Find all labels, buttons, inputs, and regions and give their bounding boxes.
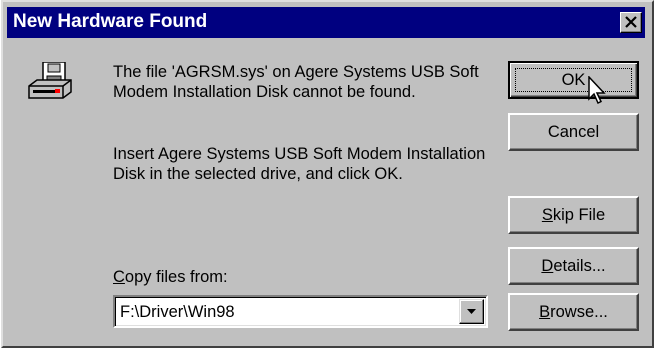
title-bar[interactable]: New Hardware Found (7, 7, 645, 38)
browse-label: rowse... (550, 302, 608, 321)
ok-button[interactable]: OK (508, 61, 639, 99)
ok-button-label: OK (515, 68, 632, 92)
missing-file-message: The file 'AGRSM.sys' on Agere Systems US… (113, 63, 479, 101)
copy-files-access-key: C (113, 268, 125, 286)
insert-disk-instruction: Insert Agere Systems USB Soft Modem Inst… (113, 145, 486, 183)
skip-file-access-key: S (541, 205, 553, 224)
browse-button[interactable]: Browse... (508, 293, 639, 331)
skip-file-label: kip File (552, 205, 606, 224)
chevron-down-icon (467, 309, 476, 314)
close-button[interactable] (620, 12, 642, 33)
skip-file-button[interactable]: Skip File (508, 196, 639, 234)
mouse-pointer-icon (588, 76, 606, 105)
details-label: etails... (553, 256, 606, 275)
dropdown-button[interactable] (459, 299, 484, 324)
copy-files-from-combobox[interactable]: F:\Driver\Win98 (113, 295, 488, 328)
close-x-icon (625, 16, 637, 28)
copy-files-label-text: opy files from: (124, 268, 228, 286)
new-hardware-found-dialog: New Hardware Found The file 'AGRSM.sys' … (1, 0, 654, 348)
details-button[interactable]: Details... (508, 247, 639, 285)
browse-access-key: B (539, 302, 551, 321)
cancel-button[interactable]: Cancel (508, 113, 639, 151)
hardware-disk-drive-icon (28, 62, 72, 99)
window-title: New Hardware Found (13, 11, 208, 32)
copy-files-from-label: Copy files from: (113, 267, 228, 287)
copy-files-from-value[interactable]: F:\Driver\Win98 (120, 302, 235, 322)
details-access-key: D (541, 256, 554, 275)
